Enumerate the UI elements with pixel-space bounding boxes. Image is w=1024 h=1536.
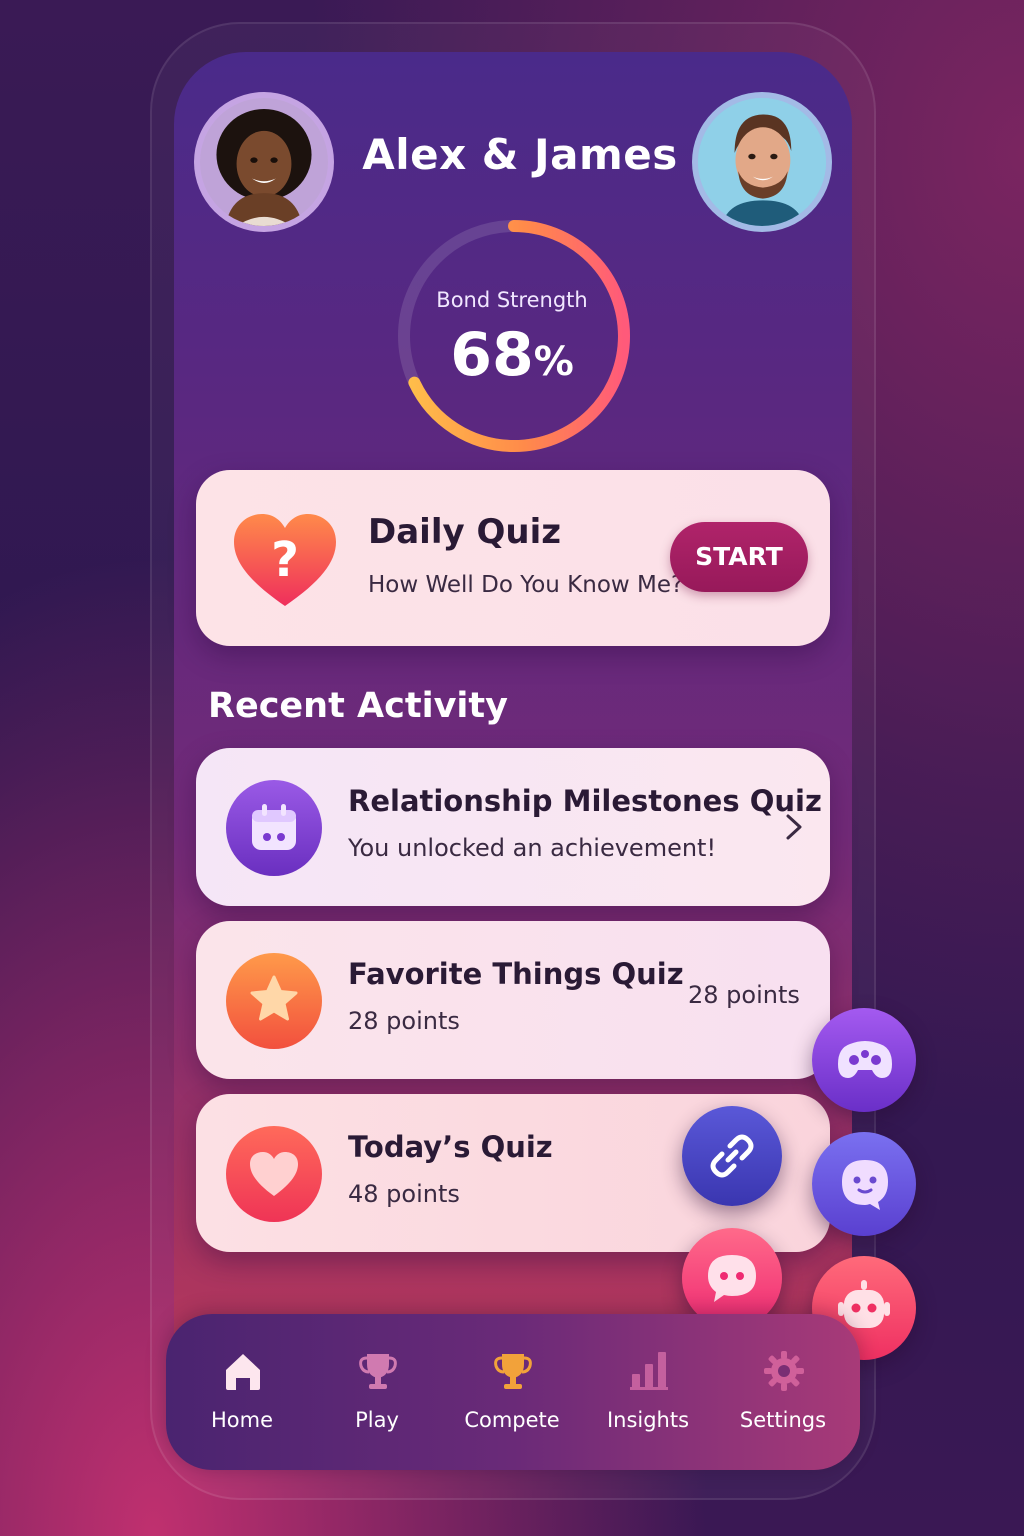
avatar-left[interactable] xyxy=(194,92,334,232)
gamepad-icon xyxy=(838,1041,892,1078)
recent-activity-heading: Recent Activity xyxy=(208,686,508,726)
gear-icon xyxy=(764,1351,804,1391)
bond-value-number: 68 xyxy=(450,320,534,390)
nav-label: Settings xyxy=(739,1408,827,1432)
activity-title: Relationship Milestones Quiz xyxy=(348,784,822,818)
person-avatar-icon xyxy=(698,98,826,226)
couple-title: Alex & James xyxy=(362,130,678,179)
face-chat-fab[interactable] xyxy=(812,1132,916,1236)
bottom-navigation: Home Play Compete Insights Settings xyxy=(166,1314,860,1470)
nav-item-settings[interactable]: Settings xyxy=(715,1314,851,1470)
avatar-right[interactable] xyxy=(692,92,832,232)
start-button[interactable]: START xyxy=(670,522,808,592)
calendar-icon-badge xyxy=(226,780,322,876)
activity-points: 28 points xyxy=(688,981,800,1009)
face-chat-icon xyxy=(842,1160,888,1210)
bond-strength-label: Bond Strength xyxy=(436,288,588,312)
activity-subtitle: 48 points xyxy=(348,1180,460,1208)
chevron-right-icon[interactable] xyxy=(782,812,806,842)
trophy-icon xyxy=(359,1354,397,1389)
bond-value-unit: % xyxy=(533,339,574,385)
daily-quiz-subtitle: How Well Do You Know Me? xyxy=(368,572,684,598)
calendar-icon xyxy=(252,804,296,850)
star-icon xyxy=(250,975,298,1021)
nav-item-insights[interactable]: Insights xyxy=(580,1314,716,1470)
cup-icon xyxy=(494,1354,532,1389)
activity-item-favorite-things[interactable]: Favorite Things Quiz 28 points 28 points xyxy=(196,921,830,1079)
nav-label: Home xyxy=(210,1408,273,1432)
gamepad-fab[interactable] xyxy=(812,1008,916,1112)
activity-title: Today’s Quiz xyxy=(348,1130,553,1164)
activity-item-milestones[interactable]: Relationship Milestones Quiz You unlocke… xyxy=(196,748,830,906)
activity-subtitle: 28 points xyxy=(348,1007,460,1035)
link-icon xyxy=(710,1134,754,1178)
bar-chart-icon xyxy=(630,1352,668,1390)
chat-bubble-icon xyxy=(708,1255,756,1302)
nav-label: Insights xyxy=(606,1408,690,1432)
bond-strength-value: 68% xyxy=(384,320,640,390)
activity-subtitle: You unlocked an achievement! xyxy=(348,834,717,862)
nav-item-play[interactable]: Play xyxy=(309,1314,445,1470)
star-icon-badge xyxy=(226,953,322,1049)
activity-title: Favorite Things Quiz xyxy=(348,957,684,991)
heart-icon xyxy=(250,1152,298,1196)
heart-question-icon: ? xyxy=(234,514,336,606)
svg-text:?: ? xyxy=(271,532,299,588)
person-avatar-icon xyxy=(200,98,328,226)
link-fab[interactable] xyxy=(682,1106,782,1206)
nav-item-home[interactable]: Home xyxy=(174,1314,310,1470)
nav-item-compete[interactable]: Compete xyxy=(444,1314,580,1470)
daily-quiz-card[interactable]: ? Daily Quiz How Well Do You Know Me? ST… xyxy=(196,470,830,646)
home-icon xyxy=(226,1354,260,1390)
nav-label: Compete xyxy=(464,1408,560,1432)
chat-fab[interactable] xyxy=(682,1228,782,1328)
nav-label: Play xyxy=(355,1408,399,1432)
daily-quiz-title: Daily Quiz xyxy=(368,512,562,552)
heart-icon-badge xyxy=(226,1126,322,1222)
